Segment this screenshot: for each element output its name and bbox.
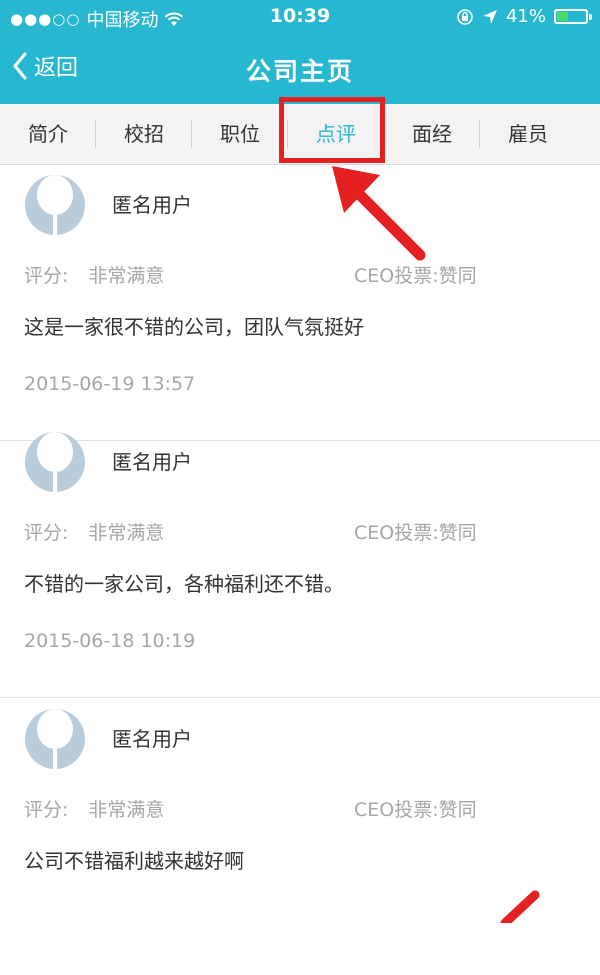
review-rating: 评分: 非常满意 (24, 795, 164, 822)
battery-icon (554, 9, 592, 24)
review-ceo-vote: CEO投票:赞同 (354, 265, 477, 287)
tab-campus-recruit[interactable]: 校招 (96, 104, 192, 164)
review-item[interactable]: 匿名用户 评分: 非常满意 CEO投票:赞同 这是一家很不错的公司，团队气氛挺好 … (0, 165, 600, 441)
review-item[interactable]: 匿名用户 评分: 非常满意 CEO投票:赞同 不错的一家公司，各种福利还不错。 2… (0, 422, 600, 698)
location-arrow-icon (482, 9, 497, 24)
review-rating: 评分: 非常满意 (24, 261, 164, 288)
tab-reviews[interactable]: 点评 (288, 104, 384, 164)
review-user-name: 匿名用户 (112, 450, 192, 474)
review-rating: 评分: 非常满意 (24, 518, 164, 545)
battery-percent: 41% (505, 6, 546, 27)
review-user-name: 匿名用户 (112, 193, 192, 217)
rating-label: 评分: (24, 522, 69, 544)
battery-level (557, 12, 569, 21)
tab-employees[interactable]: 雇员 (480, 104, 576, 164)
review-item[interactable]: 匿名用户 评分: 非常满意 CEO投票:赞同 公司不错福利越来越好啊 (0, 699, 600, 975)
review-comment: 这是一家很不错的公司，团队气氛挺好 (24, 315, 364, 339)
tab-intro[interactable]: 简介 (0, 104, 96, 164)
nav-bar: 返回 公司主页 (0, 34, 600, 104)
page-title: 公司主页 (245, 57, 354, 86)
rating-value: 非常满意 (88, 522, 165, 544)
top-bar: ●●●○○ 中国移动 10:39 41% 返回 公司主页 (0, 0, 600, 104)
avatar-icon (25, 175, 85, 235)
tab-interviews[interactable]: 面经 (384, 104, 480, 164)
tab-bar: 简介 校招 职位 点评 面经 雇员 (0, 104, 600, 165)
review-user-name: 匿名用户 (112, 727, 192, 751)
review-date: 2015-06-19 13:57 (24, 373, 196, 395)
rating-label: 评分: (24, 799, 69, 821)
review-ceo-vote: CEO投票:赞同 (354, 799, 477, 821)
avatar-icon (25, 709, 85, 769)
review-ceo-vote: CEO投票:赞同 (354, 522, 477, 544)
rating-value: 非常满意 (88, 799, 165, 821)
review-date: 2015-06-18 10:19 (24, 630, 196, 652)
lock-rotation-icon (457, 8, 473, 25)
tab-positions[interactable]: 职位 (192, 104, 288, 164)
rating-value: 非常满意 (88, 265, 165, 287)
avatar-icon (25, 432, 85, 492)
review-comment: 不错的一家公司，各种福利还不错。 (24, 572, 344, 596)
review-comment: 公司不错福利越来越好啊 (24, 849, 244, 873)
status-bar: ●●●○○ 中国移动 10:39 41% (0, 0, 600, 34)
rating-label: 评分: (24, 265, 69, 287)
